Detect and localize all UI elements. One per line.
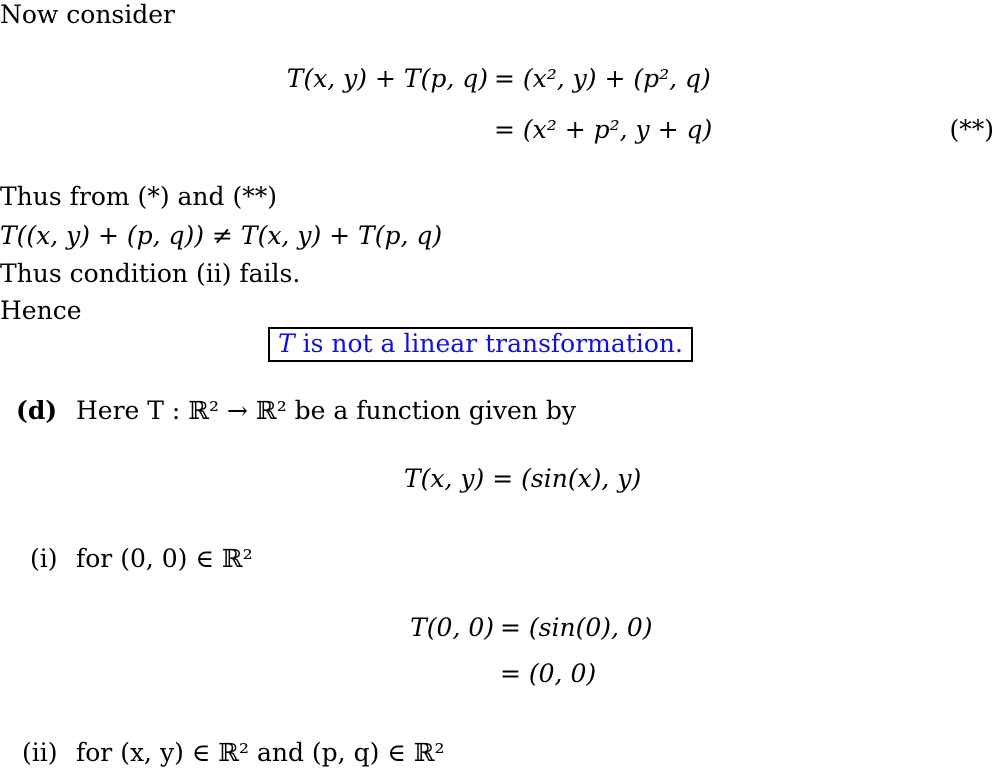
text-condition-fails: Thus condition (ii) fails. xyxy=(0,259,301,288)
part-d-label: (d) xyxy=(16,396,58,425)
eq1-rhs: = (x², y) + (p², q) xyxy=(494,64,711,93)
eq2-rhs: = (x² + p², y + q) xyxy=(494,115,713,144)
conclusion-T: T xyxy=(278,329,295,358)
equation-tag: (**) xyxy=(949,115,994,144)
eq3-lhs: T(0, 0) xyxy=(410,613,494,642)
text-now-consider: Now consider xyxy=(0,0,175,29)
item-ii-text: for (x, y) ∈ ℝ² and (p, q) ∈ ℝ² xyxy=(76,738,445,767)
item-ii-label: (ii) xyxy=(22,738,58,767)
eq4-rhs: = (0, 0) xyxy=(500,659,597,688)
eq3-rhs: = (sin(0), 0) xyxy=(500,613,653,642)
inequality-line: T((x, y) + (p, q)) ≠ T(x, y) + T(p, q) xyxy=(0,221,443,250)
eq1-lhs: T(x, y) + T(p, q) xyxy=(286,64,488,93)
part-d-text: Here T : ℝ² → ℝ² be a function given by xyxy=(76,396,576,425)
conclusion-text: is not a linear transformation. xyxy=(294,329,683,358)
item-i-text: for (0, 0) ∈ ℝ² xyxy=(76,544,253,573)
definition-equation: T(x, y) = (sin(x), y) xyxy=(404,464,642,493)
text-hence: Hence xyxy=(0,296,82,325)
item-i-label: (i) xyxy=(30,544,58,573)
text-thus-from: Thus from (*) and (**) xyxy=(0,182,277,211)
conclusion-box: T is not a linear transformation. xyxy=(268,327,693,362)
